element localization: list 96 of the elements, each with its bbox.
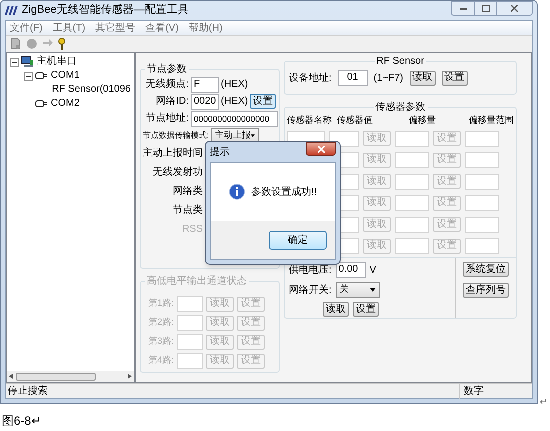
field-label: 节点类 (172, 204, 203, 218)
maximize-icon (482, 5, 490, 12)
plug-icon (35, 99, 48, 109)
column-header: 偏移量范围 (469, 114, 514, 128)
unit-label: (HEX) (221, 95, 248, 109)
action-button[interactable]: 设置 (250, 94, 276, 109)
input-field[interactable] (395, 174, 429, 190)
menu-item[interactable]: 文件(F) (10, 20, 43, 36)
action-button[interactable]: 读取 (323, 302, 349, 317)
unit-label: (HEX) (221, 78, 248, 92)
menu-item[interactable]: 查看(V) (146, 20, 179, 36)
action-button[interactable]: 设置 (442, 70, 468, 86)
window-title: ZigBee无线智能传感器—配置工具 (22, 3, 189, 18)
figure-caption: 图6-8↵ (2, 413, 42, 430)
status-text: 数字 (459, 384, 484, 398)
menu-item[interactable]: 工具(T) (52, 20, 86, 36)
field-label: 无线频点: (145, 78, 189, 92)
caret-icon (370, 288, 376, 292)
input-field[interactable] (465, 195, 499, 212)
channel-label: 第2路: (147, 316, 174, 330)
column-header: 传感器名称 (287, 114, 333, 128)
field-label: 设备地址: (289, 72, 332, 86)
input-field[interactable] (395, 216, 429, 233)
input-field[interactable]: F (191, 76, 219, 92)
caret-icon (251, 134, 256, 138)
collapse-icon[interactable] (24, 72, 33, 80)
action-button[interactable]: 系统复位 (463, 262, 509, 277)
minimize-icon (460, 7, 466, 10)
dropdown[interactable]: 关 (336, 282, 380, 298)
channel-label: 第4路: (147, 354, 174, 368)
input-field[interactable] (465, 216, 499, 233)
field-label: RSS (181, 223, 203, 237)
input-field[interactable] (395, 130, 429, 147)
input-field[interactable]: 0020 (191, 94, 219, 110)
channel-label: 第1路: (147, 297, 174, 310)
range-hint: (1~F7) (374, 72, 404, 86)
group-title: 节点参数 (145, 62, 189, 77)
unit-label: V (370, 264, 376, 278)
close-icon (318, 146, 324, 152)
menu-item[interactable]: 其它型号 (96, 20, 136, 36)
close-button[interactable] (306, 142, 336, 156)
input-field[interactable] (465, 174, 499, 190)
input-field[interactable] (177, 334, 203, 350)
menu-item[interactable]: 帮助(H) (188, 20, 223, 36)
maximize-button[interactable] (475, 1, 497, 16)
ok-button[interactable]: 确定 (269, 230, 327, 250)
input-field[interactable] (177, 296, 203, 312)
group-title: 传感器参数 (374, 100, 428, 115)
field-label: 网络ID: (155, 95, 189, 109)
input-field[interactable] (465, 130, 499, 147)
action-button[interactable]: 读取 (410, 70, 436, 86)
document-icon[interactable] (10, 38, 22, 50)
app-logo-icon (5, 6, 18, 15)
action-button[interactable]: 设置 (353, 302, 379, 317)
field-label: 网络开关: (289, 284, 332, 298)
collapse-icon[interactable] (10, 58, 19, 66)
input-field[interactable]: 01 (338, 70, 368, 86)
input-field[interactable] (465, 152, 499, 168)
dialog-title: 提示 (210, 146, 230, 160)
close-icon (511, 5, 518, 12)
field-label: 无线发射功 (152, 166, 203, 180)
key-icon[interactable] (58, 38, 66, 50)
input-field[interactable] (395, 195, 429, 212)
field-label: 节点数据传输模式: (143, 130, 210, 142)
status-text: 停止搜索 (8, 384, 48, 398)
field-label: 节点地址: (145, 112, 189, 126)
dialog-message: 参数设置成功!! (251, 186, 317, 200)
input-field[interactable] (395, 152, 429, 168)
input-field[interactable] (395, 238, 429, 254)
input-field[interactable]: 0000000000000000 (191, 110, 278, 126)
input-field[interactable]: 0.00 (336, 262, 366, 278)
tree-item[interactable]: 主机串口 (37, 57, 77, 67)
minimize-button[interactable] (451, 1, 475, 16)
action-button[interactable]: 查序列号 (463, 283, 509, 298)
column-header: 偏移量 (409, 114, 437, 128)
channel-label: 第3路: (147, 335, 174, 348)
horizontal-scrollbar[interactable] (7, 371, 134, 382)
input-field[interactable] (177, 353, 203, 369)
input-field[interactable] (465, 238, 499, 254)
input-field[interactable] (177, 315, 203, 331)
computer-icon (21, 56, 34, 68)
field-label: 网络类 (172, 184, 203, 199)
field-label: 主动上报时间 (143, 146, 203, 161)
paragraph-mark: ↵ (540, 396, 548, 409)
tree-item[interactable]: RF Sensor(01096 (52, 85, 131, 95)
arrow-icon[interactable] (42, 38, 54, 50)
tree-item[interactable]: COM2 (51, 99, 80, 109)
scroll-right-icon[interactable] (128, 374, 132, 379)
column-header: 传感器值 (337, 114, 374, 128)
info-icon (229, 181, 246, 203)
field-label: 供电电压: (289, 264, 332, 278)
tree-item[interactable]: COM1 (51, 71, 80, 81)
scroll-left-icon[interactable] (9, 374, 13, 379)
close-button[interactable] (497, 1, 533, 16)
plug-icon (35, 71, 48, 81)
circle-icon[interactable] (26, 38, 38, 50)
